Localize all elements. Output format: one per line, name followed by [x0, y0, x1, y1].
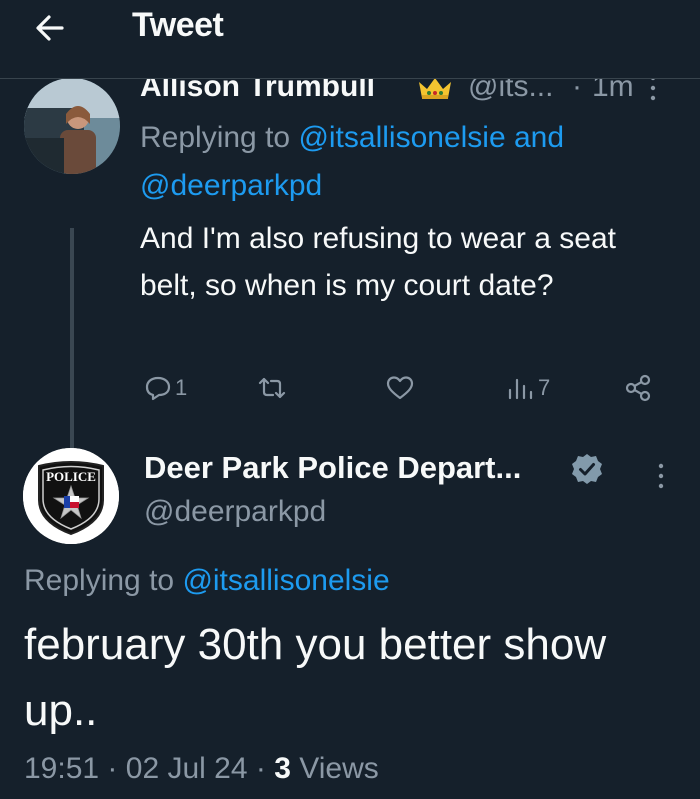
verified-icon	[572, 454, 602, 484]
tweet-date[interactable]: 02 Jul 24	[126, 752, 248, 785]
tweet-text: february 30th you better show up..	[24, 620, 607, 735]
replying-to: Replying to @itsallisonelsie and @deerpa…	[140, 121, 565, 202]
views-count: 7	[538, 375, 551, 400]
retweet-button[interactable]	[258, 368, 286, 408]
share-icon	[625, 374, 651, 402]
share-button[interactable]	[624, 368, 652, 408]
author-name[interactable]: Deer Park Police Depart...	[144, 450, 521, 486]
police-badge-icon: POLICE	[23, 448, 119, 544]
retweet-icon	[258, 377, 286, 399]
action-bar: 1 7	[140, 368, 670, 408]
like-button[interactable]	[386, 368, 414, 408]
reply-icon	[145, 376, 171, 401]
more-icon[interactable]	[656, 462, 666, 490]
mention-link[interactable]: @itsallisonelsie	[298, 121, 505, 154]
reply-count: 1	[175, 375, 188, 400]
top-header: Tweet	[0, 0, 700, 79]
tweet-meta: 19:51 · 02 Jul 24 · 3 Views	[24, 752, 379, 786]
views-label: Views	[299, 752, 379, 785]
badge-text: POLICE	[46, 469, 96, 484]
like-icon	[386, 376, 414, 400]
views-button[interactable]: 7	[506, 368, 550, 408]
replying-to: Replying to @itsallisonelsie	[24, 564, 390, 597]
mention-and: and	[513, 121, 565, 154]
main-tweet[interactable]: POLICE Deer Park Police Depart... @deerp…	[0, 440, 700, 799]
avatar[interactable]: POLICE	[23, 448, 119, 544]
tweet-time[interactable]: 19:51	[24, 752, 99, 785]
page-title: Tweet	[132, 6, 224, 44]
separator-dot: ·	[255, 752, 266, 785]
reply-tweet[interactable]: Allison Trumbull @its... · 1m Replying t…	[0, 60, 700, 498]
back-arrow-icon[interactable]	[30, 8, 70, 48]
separator-dot: ·	[107, 752, 118, 785]
author-handle[interactable]: @deerparkpd	[144, 495, 326, 529]
tweet-text: And I'm also refusing to wear a seat bel…	[140, 222, 616, 302]
avatar[interactable]	[24, 78, 120, 174]
mention-link[interactable]: @itsallisonelsie	[182, 564, 389, 597]
reply-button[interactable]: 1	[144, 368, 187, 408]
mention-link[interactable]: @deerparkpd	[140, 169, 322, 202]
views-icon	[508, 378, 533, 400]
views-count[interactable]: 3	[274, 752, 291, 785]
